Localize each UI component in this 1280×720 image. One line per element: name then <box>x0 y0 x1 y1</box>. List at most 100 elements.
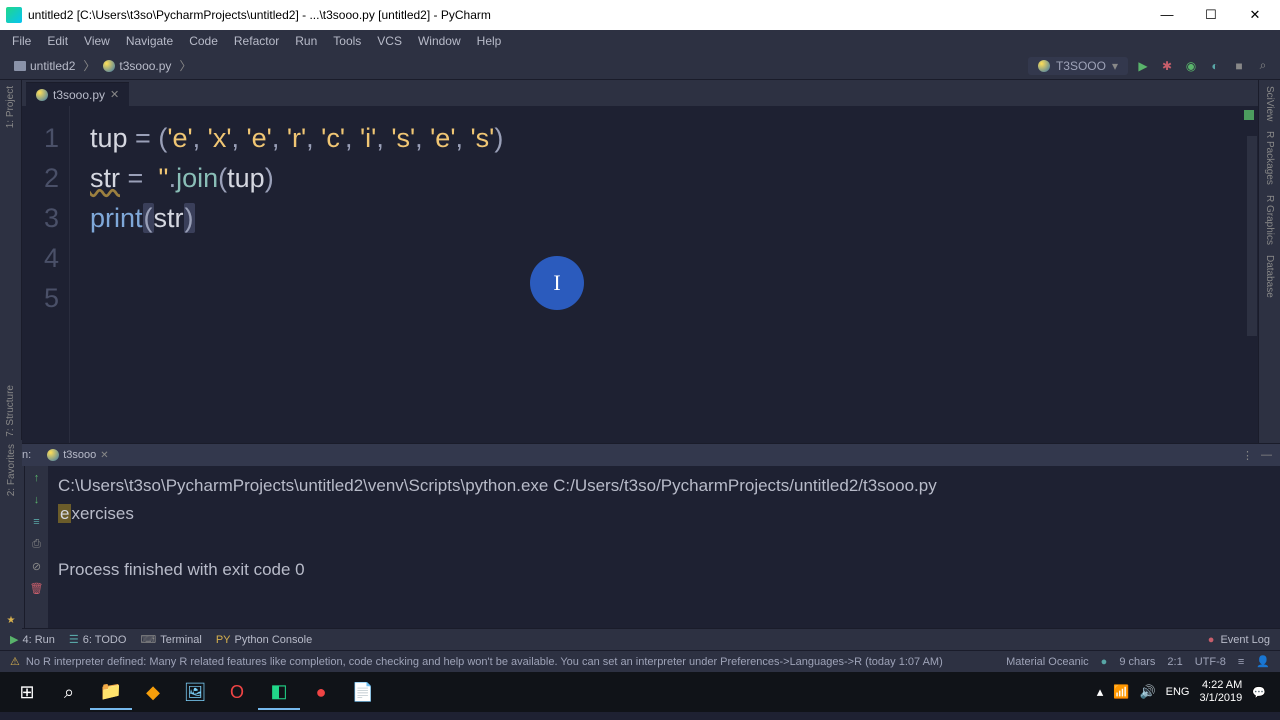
sublime-taskbar-icon[interactable]: ◆ <box>132 674 174 710</box>
warning-icon: ⚠ <box>10 655 20 668</box>
project-tool-button[interactable]: 1: Project <box>5 86 16 128</box>
close-run-tab-icon[interactable]: ✕ <box>100 450 108 461</box>
cursor-position[interactable]: 2:1 <box>1167 656 1182 668</box>
python-console-tool-tab[interactable]: PYPython Console <box>216 634 312 646</box>
todo-tool-tab[interactable]: ☰6: TODO <box>69 633 126 646</box>
inspections-icon[interactable]: 👤 <box>1256 655 1270 668</box>
run-console[interactable]: C:\Users\t3so\PycharmProjects\untitled2\… <box>48 466 1280 628</box>
coverage-button[interactable]: ◉ <box>1182 57 1200 75</box>
window-title: untitled2 [C:\Users\t3so\PycharmProjects… <box>28 8 491 22</box>
run-config-selector[interactable]: T3SOOO ▾ <box>1028 57 1128 75</box>
soft-wrap-button[interactable]: ≡ <box>29 514 45 530</box>
menu-bar: File Edit View Navigate Code Refactor Ru… <box>0 30 1280 52</box>
console-exit: Process finished with exit code 0 <box>58 556 1270 584</box>
code-content[interactable]: tup = ('e', 'x', 'e', 'r', 'c', 'i', 's'… <box>70 106 1258 443</box>
clear-button[interactable]: ⊘ <box>29 558 45 574</box>
rpackages-tool-button[interactable]: R Packages <box>1264 131 1275 185</box>
rgraphics-tool-button[interactable]: R Graphics <box>1264 195 1275 245</box>
notification-center-icon[interactable]: 💬 <box>1252 686 1266 699</box>
char-count: 9 chars <box>1119 656 1155 668</box>
menu-navigate[interactable]: Navigate <box>118 34 181 48</box>
left-tool-stripe: 1: Project 7: Structure <box>0 80 22 443</box>
status-bar: ⚠ No R interpreter defined: Many R relat… <box>0 650 1280 672</box>
bottom-tool-bar: ▶4: Run ☰6: TODO ⌨Terminal PYPython Cons… <box>0 628 1280 650</box>
menu-code[interactable]: Code <box>181 34 226 48</box>
breadcrumb-sep: 〉 <box>81 57 97 74</box>
breadcrumb-sep: 〉 <box>177 57 193 74</box>
menu-edit[interactable]: Edit <box>39 34 76 48</box>
app-taskbar-icon[interactable]: 🖼 <box>174 674 216 710</box>
menu-vcs[interactable]: VCS <box>369 34 410 48</box>
left-bottom-tool-stripe: 2: Favorites ★ <box>0 440 22 630</box>
scroll-down-button[interactable]: ↓ <box>29 492 45 508</box>
windows-taskbar: ⊞ ⌕ 📁 ◆ 🖼 O ◧ ● 📄 ▴ 📶 🔊 ENG 4:22 AM 3/1/… <box>0 672 1280 712</box>
status-message[interactable]: No R interpreter defined: Many R related… <box>26 656 943 668</box>
language-indicator[interactable]: ENG <box>1166 686 1190 698</box>
line-separator[interactable]: ≡ <box>1238 656 1244 668</box>
search-button[interactable]: ⌕ <box>48 674 90 710</box>
run-tab[interactable]: t3sooo ✕ <box>41 449 114 461</box>
code-editor[interactable]: 12345 tup = ('e', 'x', 'e', 'r', 'c', 'i… <box>22 106 1258 443</box>
editor-scrollbar[interactable] <box>1247 136 1257 336</box>
run-toolbar-secondary: ↑ ↓ ≡ ⎙ ⊘ 🗑 <box>24 466 48 628</box>
run-tool-tab[interactable]: ▶4: Run <box>10 633 55 646</box>
breadcrumb-project[interactable]: untitled2 <box>8 59 81 73</box>
menu-help[interactable]: Help <box>469 34 510 48</box>
annotation-cursor-icon: I <box>530 256 584 310</box>
menu-file[interactable]: File <box>4 34 39 48</box>
right-tool-stripe: SciView R Packages R Graphics Database <box>1258 80 1280 443</box>
minimize-button[interactable]: — <box>1154 7 1180 23</box>
hide-run-icon[interactable]: — <box>1261 449 1272 462</box>
terminal-tool-tab[interactable]: ⌨Terminal <box>140 633 201 646</box>
run-tool-window: Run: t3sooo ✕ ⋮ — ▶ ■ ‖ ≡ ✕ ↑ ↓ ≡ ⎙ ⊘ 🗑 … <box>0 443 1280 628</box>
console-command: C:\Users\t3so\PycharmProjects\untitled2\… <box>58 472 1270 500</box>
menu-refactor[interactable]: Refactor <box>226 34 287 48</box>
print-button[interactable]: ⎙ <box>29 536 45 552</box>
volume-icon[interactable]: 🔊 <box>1139 684 1155 700</box>
search-everywhere-button[interactable]: ⌕ <box>1254 57 1272 75</box>
editor-tabs: t3sooo.py ✕ <box>22 80 1258 106</box>
tray-overflow-icon[interactable]: ▴ <box>1097 684 1104 700</box>
sciview-tool-button[interactable]: SciView <box>1264 86 1275 121</box>
structure-tool-button[interactable]: 7: Structure <box>5 385 16 437</box>
notification-icon[interactable]: ● <box>1208 634 1215 646</box>
menu-view[interactable]: View <box>76 34 118 48</box>
menu-tools[interactable]: Tools <box>325 34 369 48</box>
debug-button[interactable]: ✱ <box>1158 57 1176 75</box>
theme-dot-icon: ● <box>1101 656 1108 668</box>
star-icon: ★ <box>7 615 16 626</box>
favorites-tool-button[interactable]: 2: Favorites <box>6 444 17 496</box>
file-explorer-taskbar-icon[interactable]: 📁 <box>90 674 132 710</box>
clock[interactable]: 4:22 AM 3/1/2019 <box>1199 679 1242 705</box>
nav-bar: untitled2 〉 t3sooo.py 〉 T3SOOO ▾ ▶ ✱ ◉ ◐… <box>0 52 1280 80</box>
folder-icon <box>14 61 26 71</box>
inspection-indicator[interactable] <box>1244 110 1254 120</box>
theme-widget[interactable]: Material Oceanic <box>1006 656 1089 668</box>
code-line-3: print(str) <box>90 198 1258 238</box>
record-taskbar-icon[interactable]: ● <box>300 674 342 710</box>
editor-tab[interactable]: t3sooo.py ✕ <box>26 82 129 106</box>
event-log-button[interactable]: Event Log <box>1220 634 1270 646</box>
encoding[interactable]: UTF-8 <box>1195 656 1226 668</box>
run-button[interactable]: ▶ <box>1134 57 1152 75</box>
pycharm-icon <box>6 7 22 23</box>
close-tab-icon[interactable]: ✕ <box>110 88 119 101</box>
run-settings-icon[interactable]: ⋮ <box>1242 449 1253 462</box>
menu-run[interactable]: Run <box>287 34 325 48</box>
stop-button[interactable]: ■ <box>1230 57 1248 75</box>
opera-taskbar-icon[interactable]: O <box>216 674 258 710</box>
menu-window[interactable]: Window <box>410 34 469 48</box>
breadcrumb-file[interactable]: t3sooo.py <box>97 59 177 73</box>
notepad-taskbar-icon[interactable]: 📄 <box>342 674 384 710</box>
python-icon <box>47 449 59 461</box>
maximize-button[interactable]: ☐ <box>1198 7 1224 23</box>
trash-button[interactable]: 🗑 <box>29 580 45 596</box>
pycharm-taskbar-icon[interactable]: ◧ <box>258 674 300 710</box>
code-line-1: tup = ('e', 'x', 'e', 'r', 'c', 'i', 's'… <box>90 118 1258 158</box>
database-tool-button[interactable]: Database <box>1264 255 1275 298</box>
network-icon[interactable]: 📶 <box>1113 684 1129 700</box>
scroll-up-button[interactable]: ↑ <box>29 470 45 486</box>
profile-button[interactable]: ◐ <box>1206 57 1224 75</box>
close-button[interactable]: ✕ <box>1242 7 1268 23</box>
start-button[interactable]: ⊞ <box>6 674 48 710</box>
